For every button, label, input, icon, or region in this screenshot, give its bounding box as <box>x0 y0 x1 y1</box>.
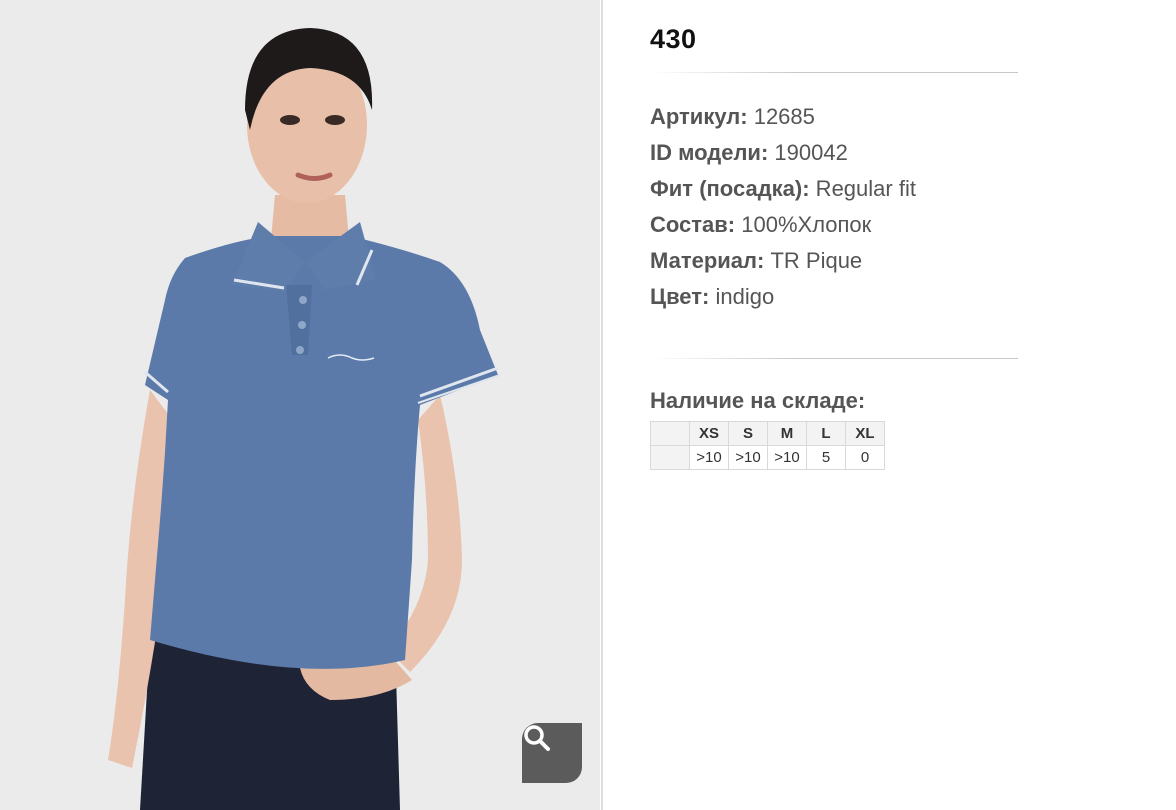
size-header-s: S <box>728 421 768 446</box>
product-specs: Артикул: 12685 ID модели: 190042 Фит (по… <box>650 100 916 316</box>
panel-divider <box>601 0 603 810</box>
size-header-m: M <box>767 421 807 446</box>
product-price: 430 <box>650 24 697 54</box>
stock-quantity-row: >10 >10 >10 5 0 <box>650 445 885 470</box>
qty-l: 5 <box>806 445 846 470</box>
spec-fit: Фит (посадка): Regular fit <box>650 172 916 208</box>
size-header-xs: XS <box>689 421 729 446</box>
qty-m: >10 <box>767 445 807 470</box>
spec-value: 190042 <box>768 140 848 165</box>
spec-value: indigo <box>709 284 775 309</box>
stock-header-row: XS S M L XL <box>650 421 885 446</box>
spec-model-id: ID модели: 190042 <box>650 136 916 172</box>
spec-material: Материал: TR Pique <box>650 244 916 280</box>
qty-s: >10 <box>728 445 768 470</box>
spec-color: Цвет: indigo <box>650 280 916 316</box>
spec-label: Состав: <box>650 212 736 237</box>
spec-composition: Состав: 100%Хлопок <box>650 208 916 244</box>
model-illustration <box>108 28 501 810</box>
separator-bottom <box>650 358 1018 359</box>
zoom-button[interactable] <box>522 723 582 783</box>
qty-xs: >10 <box>689 445 729 470</box>
spec-value: TR Pique <box>764 248 863 273</box>
size-header-l: L <box>806 421 846 446</box>
stock-title: Наличие на складе: <box>650 388 866 413</box>
spec-label: Материал: <box>650 248 765 273</box>
spec-value: 100%Хлопок <box>735 212 872 237</box>
spec-label: Фит (посадка): <box>650 176 810 201</box>
spec-label: Цвет: <box>650 284 710 309</box>
qty-xl: 0 <box>845 445 885 470</box>
stock-row-label-cell <box>650 445 690 470</box>
magnifier-icon <box>524 725 550 751</box>
spec-value: 12685 <box>747 104 815 129</box>
spec-article: Артикул: 12685 <box>650 100 916 136</box>
spec-label: Артикул: <box>650 104 748 129</box>
stock-table: XS S M L XL >10 >10 >10 5 0 <box>650 421 885 470</box>
size-header-xl: XL <box>845 421 885 446</box>
spec-label: ID модели: <box>650 140 769 165</box>
product-photo[interactable] <box>0 0 600 810</box>
stock-corner-cell <box>650 421 690 446</box>
separator-top <box>650 72 1018 73</box>
spec-value: Regular fit <box>809 176 916 201</box>
